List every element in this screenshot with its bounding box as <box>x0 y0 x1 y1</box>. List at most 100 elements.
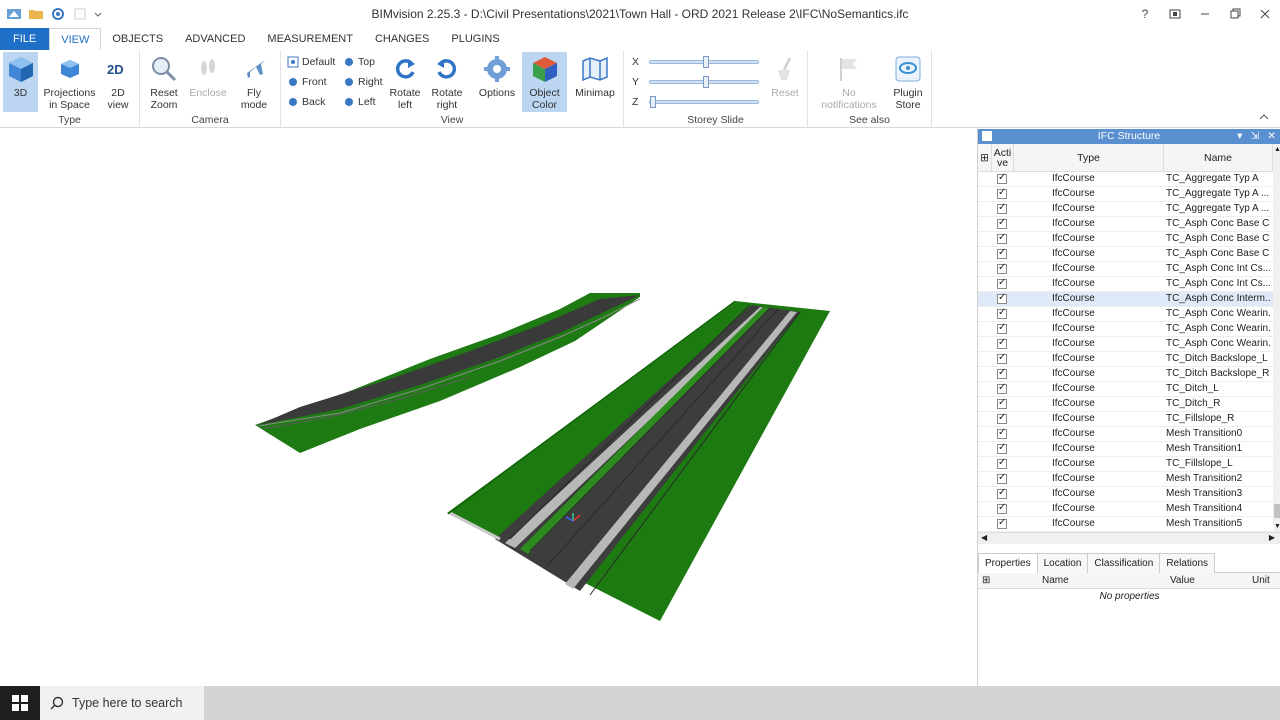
help-button[interactable]: ? <box>1130 0 1160 28</box>
col-name-header[interactable]: Name <box>1164 144 1273 172</box>
default-view-button[interactable]: Default <box>287 53 335 71</box>
tab-measurement[interactable]: MEASUREMENT <box>256 28 364 50</box>
collapse-ribbon-icon[interactable] <box>1259 111 1269 123</box>
table-row[interactable]: IfcCourse TC_Fillslope_L <box>978 457 1273 472</box>
slider-x-track[interactable] <box>649 56 759 68</box>
slider-y-track[interactable] <box>649 76 759 88</box>
table-row[interactable]: IfcCourse TC_Asph Conc Interm... <box>978 292 1273 307</box>
tab-relations[interactable]: Relations <box>1159 553 1216 573</box>
table-row[interactable]: IfcCourse Mesh Transition0 <box>978 427 1273 442</box>
row-active-checkbox[interactable] <box>997 457 1007 469</box>
rotate-left-button[interactable]: Rotate left <box>387 52 423 111</box>
back-view-button[interactable]: Back <box>287 93 325 111</box>
notifications-button[interactable]: No notifications <box>816 52 882 111</box>
row-active-checkbox[interactable] <box>997 412 1007 424</box>
row-active-checkbox[interactable] <box>997 202 1007 214</box>
top-view-button[interactable]: Top <box>343 53 375 71</box>
tab-plugins[interactable]: PLUGINS <box>440 28 510 50</box>
column-chooser-icon[interactable]: ⊞ <box>978 144 992 172</box>
table-row[interactable]: IfcCourse Mesh Transition5 <box>978 517 1273 532</box>
slider-z-track[interactable] <box>649 96 759 108</box>
storey-reset-button[interactable]: Reset <box>766 52 804 99</box>
table-row[interactable]: IfcCourse TC_Asph Conc Wearin... <box>978 307 1273 322</box>
ifc-vertical-scrollbar[interactable]: ▲ ▼ <box>1273 144 1280 532</box>
tab-view[interactable]: VIEW <box>49 28 102 50</box>
table-row[interactable]: IfcCourse Mesh Transition2 <box>978 472 1273 487</box>
table-row[interactable]: IfcCourse TC_Aggregate Typ A ... <box>978 187 1273 202</box>
fullscreen-icon[interactable] <box>1160 0 1190 28</box>
row-active-checkbox[interactable] <box>997 337 1007 349</box>
scroll-left-icon[interactable]: ◀ <box>981 533 987 542</box>
table-row[interactable]: IfcCourse TC_Fillslope_R <box>978 412 1273 427</box>
row-active-checkbox[interactable] <box>997 367 1007 379</box>
prop-col-name[interactable]: Name <box>1042 575 1069 586</box>
slider-y[interactable]: Y <box>632 74 759 90</box>
front-view-button[interactable]: Front <box>287 73 327 91</box>
tab-file[interactable]: FILE <box>0 28 50 50</box>
ifc-vertical-scroll-thumb[interactable] <box>1274 504 1280 518</box>
table-row[interactable]: IfcCourse TC_Asph Conc Wearin... <box>978 322 1273 337</box>
minimap-button[interactable]: Minimap <box>573 52 617 99</box>
row-active-checkbox[interactable] <box>997 262 1007 274</box>
table-row[interactable]: IfcCourse TC_Asph Conc Int Cs... <box>978 262 1273 277</box>
row-active-checkbox[interactable] <box>997 187 1007 199</box>
table-row[interactable]: IfcCourse Mesh Transition3 <box>978 487 1273 502</box>
row-active-checkbox[interactable] <box>997 217 1007 229</box>
panel-pin-icon[interactable] <box>982 131 992 141</box>
table-row[interactable]: IfcCourse TC_Aggregate Typ A ... <box>978 202 1273 217</box>
view-2d-button[interactable]: 2D 2D view <box>102 52 134 111</box>
scroll-up-icon[interactable]: ▲ <box>1274 146 1280 153</box>
col-type-header[interactable]: Type <box>1014 144 1164 172</box>
tab-advanced[interactable]: ADVANCED <box>174 28 256 50</box>
tab-changes[interactable]: CHANGES <box>364 28 440 50</box>
table-row[interactable]: IfcCourse TC_Ditch Backslope_R <box>978 367 1273 382</box>
row-active-checkbox[interactable] <box>997 247 1007 259</box>
table-row[interactable]: IfcCourse TC_Asph Conc Base C... <box>978 247 1273 262</box>
row-active-checkbox[interactable] <box>997 502 1007 514</box>
restore-icon[interactable] <box>1220 0 1250 28</box>
fly-mode-button[interactable]: Fly mode <box>232 52 276 111</box>
prop-col-value[interactable]: Value <box>1170 575 1195 586</box>
projections-button[interactable]: Projections in Space <box>42 52 97 111</box>
right-view-button[interactable]: Right <box>343 73 383 91</box>
row-active-checkbox[interactable] <box>997 397 1007 409</box>
scroll-right-icon[interactable]: ▶ <box>1269 533 1275 542</box>
start-button[interactable] <box>0 686 40 720</box>
row-active-checkbox[interactable] <box>997 292 1007 304</box>
slider-z-thumb[interactable] <box>650 96 656 108</box>
reset-zoom-button[interactable]: Reset Zoom <box>144 52 184 111</box>
slider-x-thumb[interactable] <box>703 56 709 68</box>
road-model-render[interactable] <box>0 129 976 686</box>
view-3d-button[interactable]: 3D <box>3 52 38 112</box>
table-row[interactable]: IfcCourse Mesh Transition1 <box>978 442 1273 457</box>
tab-objects[interactable]: OBJECTS <box>101 28 174 50</box>
tab-location[interactable]: Location <box>1036 553 1089 573</box>
row-active-checkbox[interactable] <box>997 472 1007 484</box>
3d-viewport[interactable] <box>0 129 976 686</box>
table-row[interactable]: IfcCourse TC_Asph Conc Wearin... <box>978 337 1273 352</box>
panel-float-icon[interactable]: ⇲ <box>1250 129 1259 144</box>
row-active-checkbox[interactable] <box>997 352 1007 364</box>
table-row[interactable]: IfcCourse TC_Asph Conc Base Cse <box>978 217 1273 232</box>
row-active-checkbox[interactable] <box>997 442 1007 454</box>
table-row[interactable]: IfcCourse TC_Aggregate Typ A <box>978 172 1273 187</box>
row-active-checkbox[interactable] <box>997 277 1007 289</box>
col-active-header[interactable]: Acti ve <box>992 144 1014 172</box>
panel-close-icon[interactable]: ✕ <box>1267 129 1276 144</box>
ifc-horizontal-scrollbar[interactable]: ◀ ▶ <box>978 532 1280 544</box>
taskbar-search-box[interactable]: Type here to search <box>40 686 204 720</box>
row-active-checkbox[interactable] <box>997 322 1007 334</box>
table-row[interactable]: IfcCourse TC_Ditch_L <box>978 382 1273 397</box>
panel-dropdown-icon[interactable]: ▾ <box>1237 129 1242 144</box>
row-active-checkbox[interactable] <box>997 517 1007 529</box>
left-view-button[interactable]: Left <box>343 93 376 111</box>
row-active-checkbox[interactable] <box>997 382 1007 394</box>
row-active-checkbox[interactable] <box>997 307 1007 319</box>
close-icon[interactable] <box>1250 0 1280 28</box>
slider-x[interactable]: X <box>632 54 759 70</box>
row-active-checkbox[interactable] <box>997 427 1007 439</box>
table-row[interactable]: IfcCourse TC_Ditch Backslope_L <box>978 352 1273 367</box>
slider-y-thumb[interactable] <box>703 76 709 88</box>
options-button[interactable]: Options <box>477 52 517 99</box>
table-row[interactable]: IfcCourse TC_Ditch_R <box>978 397 1273 412</box>
